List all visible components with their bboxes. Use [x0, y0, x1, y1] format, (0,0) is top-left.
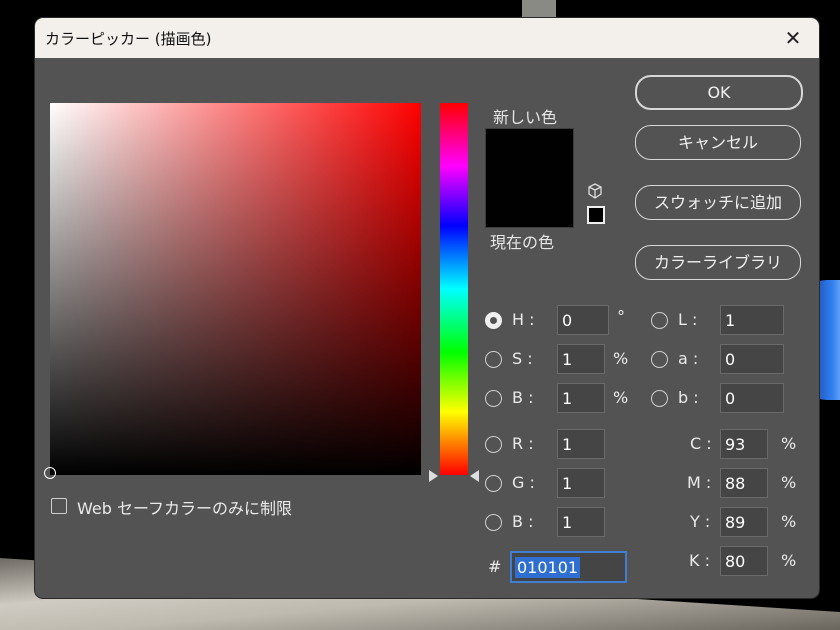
color-libraries-button[interactable]: カラーライブラリ [635, 245, 801, 280]
hex-input[interactable]: 010101 [510, 551, 627, 583]
b-label: B : [512, 388, 534, 407]
hue-slider-right-arrow-icon[interactable] [470, 470, 479, 482]
m-label: M : [687, 473, 712, 492]
y-input[interactable]: 89 [720, 507, 768, 537]
radio-h[interactable] [485, 312, 502, 329]
color-picker-dialog: カラーピッカー (描画色) ✕ 新しい色 現在の色 OK キャンセル スウォッチ… [35, 18, 819, 598]
web-safe-checkbox[interactable] [51, 498, 67, 514]
g-input[interactable]: 1 [557, 468, 605, 498]
c-label: C : [690, 434, 712, 453]
l-input[interactable]: 1 [720, 305, 784, 335]
a-input[interactable]: 0 [720, 344, 784, 374]
gamut-warning-cube-icon[interactable] [587, 183, 603, 199]
radio-lab-b[interactable] [651, 390, 668, 407]
web-safe-warning-icon[interactable] [587, 206, 605, 224]
blue-label: B : [512, 512, 534, 531]
field-picker-marker[interactable] [44, 467, 56, 479]
dialog-title: カラーピッカー (描画色) [45, 30, 212, 48]
hex-value-selected: 010101 [515, 557, 581, 578]
web-safe-label: Web セーフカラーのみに制限 [77, 499, 293, 518]
s-input[interactable]: 1 [557, 344, 605, 374]
hue-slider[interactable] [440, 103, 468, 475]
saturation-brightness-field[interactable] [44, 103, 421, 479]
b-input[interactable]: 1 [557, 383, 605, 413]
current-color-label: 現在の色 [490, 233, 555, 252]
radio-l[interactable] [651, 312, 668, 329]
lab-b-label: b : [678, 388, 699, 407]
m-unit: % [781, 473, 797, 492]
m-input[interactable]: 88 [720, 468, 768, 498]
l-label: L : [678, 310, 698, 329]
s-unit: % [613, 349, 629, 368]
title-bar[interactable]: カラーピッカー (描画色) ✕ [35, 18, 819, 58]
radio-blue[interactable] [485, 514, 502, 531]
k-label: K : [689, 551, 710, 570]
hex-label: # [488, 557, 502, 576]
radio-r[interactable] [485, 436, 502, 453]
new-color-label: 新しい色 [493, 108, 558, 127]
h-unit: ° [617, 307, 625, 326]
cancel-button[interactable]: キャンセル [635, 125, 801, 160]
blue-input[interactable]: 1 [557, 507, 605, 537]
radio-s[interactable] [485, 351, 502, 368]
h-label: H : [512, 310, 535, 329]
c-unit: % [781, 434, 797, 453]
r-input[interactable]: 1 [557, 429, 605, 459]
hue-slider-left-arrow-icon[interactable] [429, 470, 438, 482]
a-label: a : [678, 349, 699, 368]
add-to-swatches-button[interactable]: スウォッチに追加 [635, 185, 801, 220]
k-unit: % [781, 551, 797, 570]
b-unit: % [613, 388, 629, 407]
radio-b[interactable] [485, 390, 502, 407]
radio-g[interactable] [485, 475, 502, 492]
s-label: S : [512, 349, 533, 368]
r-label: R : [512, 434, 534, 453]
g-label: G : [512, 473, 535, 492]
ok-button[interactable]: OK [635, 75, 803, 110]
k-input[interactable]: 80 [720, 546, 768, 576]
y-label: Y : [690, 512, 711, 531]
y-unit: % [781, 512, 797, 531]
lab-b-input[interactable]: 0 [720, 383, 784, 413]
c-input[interactable]: 93 [720, 429, 768, 459]
radio-a[interactable] [651, 351, 668, 368]
h-input[interactable]: 0 [557, 305, 609, 335]
close-icon[interactable]: ✕ [779, 24, 807, 52]
color-swatch [485, 128, 574, 228]
